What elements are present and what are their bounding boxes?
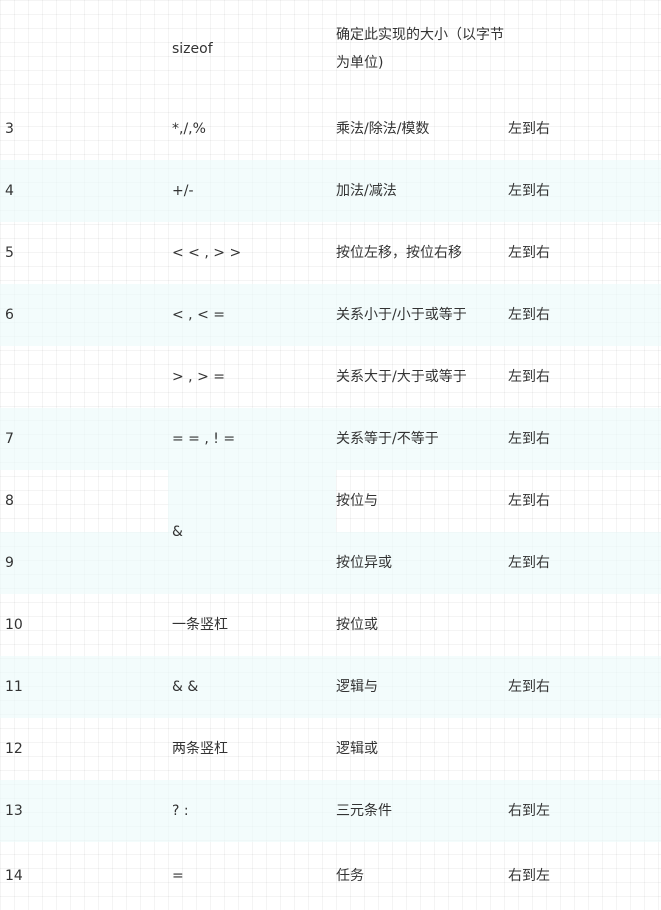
precedence-cell: 12	[5, 741, 23, 757]
precedence-cell: 3	[5, 121, 14, 137]
associativity-cell	[506, 594, 661, 656]
associativity-cell: 右到左	[508, 868, 550, 884]
operator-cell: < < , > >	[172, 245, 242, 261]
associativity-cell: 左到右	[508, 121, 550, 137]
description-cell: 关系小于/小于或等于	[336, 284, 506, 346]
precedence-cell: 7	[0, 408, 168, 470]
table-row: > , > = 关系大于/大于或等于 左到右	[0, 346, 661, 408]
description-cell: 三元条件	[336, 780, 506, 842]
precedence-cell	[0, 346, 168, 408]
precedence-cell: 13	[0, 780, 168, 842]
associativity-cell: 右到左	[506, 780, 661, 842]
table-row: 7 = = , ! = 关系等于/不等于 左到右	[0, 408, 661, 470]
table-row: 5 < < , > > 按位左移，按位右移 左到右	[0, 222, 661, 284]
precedence-cell: 8	[5, 493, 14, 509]
description-text: 确定此实现的大小（以字节为单位)	[336, 27, 504, 71]
precedence-cell: 9	[0, 532, 168, 594]
associativity-cell: 左到右	[506, 532, 661, 594]
description-cell: 关系等于/不等于	[336, 408, 506, 470]
precedence-cell: 4	[0, 160, 168, 222]
associativity-cell: 左到右	[506, 160, 661, 222]
description-cell: 确定此实现的大小（以字节为单位)	[336, 0, 506, 98]
associativity-cell: 左到右	[506, 408, 661, 470]
associativity-cell: 左到右	[508, 369, 550, 385]
precedence-cell	[0, 0, 168, 98]
associativity-cell	[506, 718, 661, 780]
precedence-cell: 11	[0, 656, 168, 718]
description-cell: 逻辑与	[336, 656, 506, 718]
description-cell: 按位与	[336, 493, 378, 509]
associativity-cell	[506, 0, 661, 98]
table-row: 11 & & 逻辑与 左到右	[0, 656, 661, 718]
precedence-cell: 6	[0, 284, 168, 346]
table-row: 12 两条竖杠 逻辑或	[0, 718, 661, 780]
description-cell: 加法/减法	[336, 160, 506, 222]
operator-cell: +/-	[168, 160, 336, 222]
precedence-cell: 14	[5, 868, 23, 884]
associativity-cell: 左到右	[506, 656, 661, 718]
table-row: 10 一条竖杠 按位或	[0, 594, 661, 656]
description-cell: 关系大于/大于或等于	[336, 369, 467, 385]
table-row: sizeof 确定此实现的大小（以字节为单位)	[0, 0, 661, 98]
operator-precedence-table: sizeof 确定此实现的大小（以字节为单位) 3 *,/,% 乘法/除法/模数…	[0, 0, 661, 910]
description-cell: 乘法/除法/模数	[336, 121, 430, 137]
table-row: 4 +/- 加法/减法 左到右	[0, 160, 661, 222]
table-row: 3 *,/,% 乘法/除法/模数 左到右	[0, 98, 661, 160]
operator-cell: 两条竖杠	[172, 741, 228, 757]
table-row: 14 = 任务 右到左	[0, 842, 661, 910]
description-cell: 按位左移，按位右移	[336, 245, 462, 261]
associativity-cell: 左到右	[508, 245, 550, 261]
associativity-cell: 左到右	[508, 493, 550, 509]
associativity-cell: 左到右	[506, 284, 661, 346]
operator-cell: > , > =	[172, 369, 225, 385]
operator-cell: sizeof	[172, 41, 213, 57]
operator-cell: & &	[168, 656, 336, 718]
operator-cell: *,/,%	[172, 121, 206, 137]
description-cell: 逻辑或	[336, 741, 378, 757]
operator-cell: =	[172, 868, 184, 884]
description-cell: 任务	[336, 868, 364, 884]
table-row: 6 < , < = 关系小于/小于或等于 左到右	[0, 284, 661, 346]
precedence-cell: 5	[5, 245, 14, 261]
table-row: 13 ? : 三元条件 右到左	[0, 780, 661, 842]
description-cell: 按位异或	[336, 532, 506, 594]
operator-cell: &	[168, 470, 336, 594]
operator-cell: 一条竖杠	[172, 617, 228, 633]
precedence-cell: 10	[5, 617, 23, 633]
table-row: 8 & 按位与 左到右	[0, 470, 661, 594]
operator-cell: < , < =	[168, 284, 336, 346]
operator-cell: ? :	[168, 780, 336, 842]
description-cell: 按位或	[336, 617, 378, 633]
operator-cell: = = , ! =	[168, 408, 336, 470]
